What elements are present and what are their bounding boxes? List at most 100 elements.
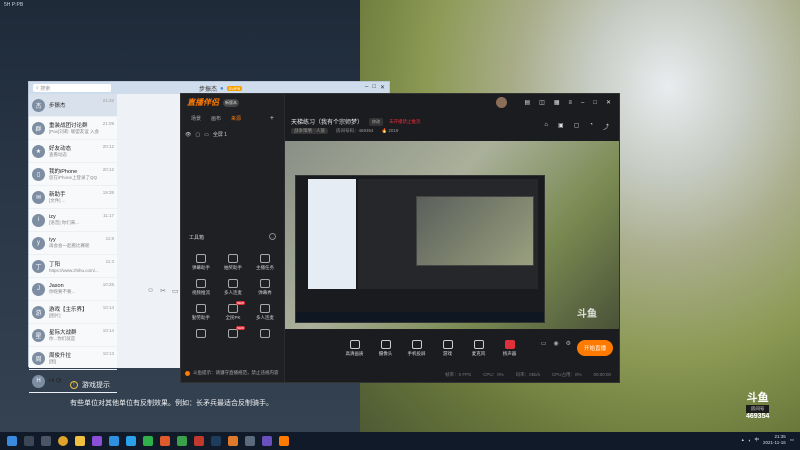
tool-item[interactable]: 弹幕助手 (185, 254, 217, 271)
qq-icon[interactable] (126, 436, 136, 446)
scissors-icon[interactable]: ✂ (160, 287, 166, 295)
bell-icon[interactable]: ◔ (589, 122, 593, 131)
task-view-icon[interactable] (41, 436, 51, 446)
list-item[interactable]: y iyy 再会会一起看比赛呢 11:8 (29, 232, 117, 255)
list-item[interactable]: 游游戏【主乐界】 [图片] 10:14 (29, 301, 117, 324)
list-item[interactable]: ★ 好友动态 查看动态 20:12 (29, 140, 117, 163)
store-icon[interactable]: ⌂ (544, 122, 548, 131)
lock-icon[interactable]: ▢ (195, 132, 200, 138)
gift-icon[interactable]: ▦ (554, 99, 560, 106)
app-icon[interactable] (262, 436, 272, 446)
notification-icon[interactable]: ▭ (790, 437, 794, 443)
contact-time: 10:13 (102, 351, 114, 356)
windows-start-icon[interactable] (7, 436, 17, 446)
contact-name: 重装战团讨论群 (49, 123, 88, 129)
tool-item[interactable]: 多人连麦 (217, 279, 249, 296)
list-item[interactable]: 杰步振杰 21:32 (29, 94, 117, 117)
app-icon[interactable] (194, 436, 204, 446)
lock-icon[interactable]: ▢ (574, 122, 580, 131)
eye-icon[interactable]: 👁 (185, 132, 191, 138)
tool-icon (228, 279, 238, 288)
douyu-notice: 斗鱼提示：请遵守直播规范，禁止违规内容 (185, 370, 279, 376)
tool-item[interactable]: 多人连麦 (249, 304, 281, 321)
search-icon[interactable] (24, 436, 34, 446)
close-icon[interactable]: ✕ (606, 99, 611, 106)
list-item[interactable]: i izy [语音] 你们来... 11:17 (29, 209, 117, 232)
taskbar-clock[interactable]: 21:35 2021-11-16 (763, 434, 786, 446)
maximize-icon[interactable]: □ (593, 100, 597, 106)
app-icon[interactable] (228, 436, 238, 446)
control-speaker-button[interactable]: 扬声器 (494, 339, 525, 357)
qq-search-input[interactable]: ⌕ 搜索 (33, 84, 111, 92)
clipboard-icon[interactable]: ▣ (558, 122, 564, 131)
visual-studio-icon[interactable] (92, 436, 102, 446)
list-item[interactable]: 星星际大战群 你...你们就是 10:14 (29, 324, 117, 347)
minimize-icon[interactable]: – (365, 84, 368, 91)
control-gamepad-button[interactable]: 游戏 (432, 339, 463, 357)
eye-icon[interactable]: ◉ (553, 340, 558, 347)
tool-item[interactable]: 视频推流 (185, 279, 217, 296)
douyu-icon[interactable] (279, 436, 289, 446)
tab-1[interactable]: 画布 (211, 115, 221, 122)
list-item[interactable]: 群重装战团讨论群[Pax]刘莉: 联盟友谊 入会 群...21:09 (29, 117, 117, 140)
tool-item[interactable]: NEW 全民PK (217, 301, 249, 321)
preview-watermark: 斗鱼 (577, 309, 597, 320)
ime-icon[interactable]: 中 (755, 437, 760, 443)
go-live-button[interactable]: 开始直播 (576, 340, 613, 356)
more-tools-icon[interactable]: … (269, 233, 276, 240)
overlay-tag: 5H P:PB (4, 2, 24, 8)
network-icon[interactable]: ▴ (742, 437, 744, 443)
add-scene-icon[interactable]: + (270, 115, 274, 122)
message-icon[interactable]: ▤ (524, 99, 530, 106)
tool-item[interactable]: NEW (217, 326, 249, 340)
tool-item[interactable] (185, 329, 217, 340)
contact-preview: https://www.zhihu.com/... (49, 267, 99, 273)
avatar: ★ (32, 144, 45, 158)
folder-icon[interactable] (75, 436, 85, 446)
camera-icon[interactable]: ▭ (541, 340, 547, 347)
list-item[interactable]: ▯ 我的iPhone 您在iPhone上登录了QQ 20:12 (29, 163, 117, 186)
edit-title-button[interactable]: 修改 (369, 117, 384, 126)
app-icon[interactable] (245, 436, 255, 446)
chrome-icon[interactable] (58, 436, 68, 446)
list-item[interactable]: 周周俊升拉 [图] 10:13 (29, 347, 117, 370)
gear-icon[interactable]: ⚙ (566, 340, 571, 347)
app-icon[interactable] (177, 436, 187, 446)
tool-item[interactable]: 抽奖助手 (217, 254, 249, 271)
app-icon[interactable] (160, 436, 170, 446)
control-phone-cast-button[interactable]: 手机投屏 (401, 339, 432, 357)
tab-2[interactable]: 来源 (231, 115, 241, 122)
contact-time: 10:26 (102, 282, 114, 287)
share-icon[interactable]: ⤴ (603, 122, 609, 131)
emoji-icon[interactable]: ☺ (147, 287, 154, 295)
tool-item[interactable] (249, 329, 281, 340)
control-hd-button[interactable]: 高清画质 (339, 339, 370, 357)
tab-0[interactable]: 场景 (191, 115, 201, 122)
maximize-icon[interactable]: □ (372, 84, 376, 91)
control-camera-button[interactable]: 摄像头 (370, 339, 401, 357)
avatar: i (32, 213, 45, 227)
tool-item[interactable]: 主播任务 (249, 254, 281, 271)
list-item[interactable]: 丁丁阳 https://www.zhihu.com/... 11:3 (29, 255, 117, 278)
steam-icon[interactable] (211, 436, 221, 446)
folder-icon[interactable]: ▭ (172, 287, 179, 295)
scene-item[interactable]: 👁 ▢ ▭ 全屏 1 (181, 126, 284, 143)
close-icon[interactable]: ✕ (380, 84, 385, 91)
vscode-icon[interactable] (109, 436, 119, 446)
control-label: 高清画质 (345, 350, 364, 356)
version-badge[interactable]: 新版本 (223, 98, 239, 107)
list-item[interactable]: J Jason 你呢要不要... 10:26 (29, 278, 117, 301)
tool-item[interactable]: 勤劳助手 (185, 304, 217, 321)
tool-item[interactable]: 弹幕秀 (249, 279, 281, 296)
avatar[interactable] (496, 97, 508, 108)
list-item[interactable]: ✉ 新助手 [文件] ... 19:39 (29, 186, 117, 209)
stream-preview[interactable]: 斗鱼 (285, 141, 619, 329)
minimize-icon[interactable]: – (581, 100, 584, 106)
control-microphone-button[interactable]: 麦克风 (463, 339, 494, 357)
skin-icon[interactable]: ◫ (539, 99, 545, 106)
menu-icon[interactable]: ≡ (568, 100, 572, 106)
volume-icon[interactable]: ◖ (748, 438, 751, 443)
category-tag[interactable]: 战争策略 · 人族 (291, 128, 328, 134)
wechat-icon[interactable] (143, 436, 153, 446)
gamepad-icon (442, 339, 453, 349)
